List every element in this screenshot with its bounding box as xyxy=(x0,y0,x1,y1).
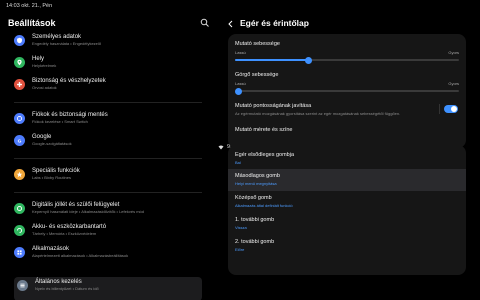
menu-item-accounts[interactable]: Fiókok és biztonsági mentés Fiókok kezelé… xyxy=(14,110,204,134)
menu-item-sub: Google-szolgáltatások xyxy=(32,141,72,146)
menu-item-sub: Helykérelmek xyxy=(32,63,57,68)
menu-item-sub: Kepernyő használati ideje • Alkalmazásid… xyxy=(32,209,144,214)
menu-item-safety[interactable]: Biztonság és vészhelyzetek Orvosi adatok xyxy=(14,76,204,100)
shield-icon xyxy=(14,35,25,46)
secondary-button-label[interactable]: Másodlagos gomb xyxy=(235,173,280,179)
menu-item-title: Személyes adatok xyxy=(32,34,82,40)
slider-thumb[interactable] xyxy=(305,56,313,64)
svg-text:G: G xyxy=(18,138,22,144)
precision-label: Mutató pontosságának javítása xyxy=(235,103,312,109)
scroll-speed-max: Gyors xyxy=(448,81,459,86)
extra-button-1-label[interactable]: 1. további gomb xyxy=(235,217,274,223)
menu-item-personal-data[interactable]: Személyes adatok Engedély használata • En… xyxy=(14,32,204,56)
mouse-buttons-card: Egér elsődleges gombja Bal Másodlagos go… xyxy=(228,145,466,275)
battery-care-icon xyxy=(14,225,25,236)
settings-title: Beállítások xyxy=(8,18,56,28)
menu-item-title: Hely xyxy=(32,56,45,62)
slider-thumb[interactable] xyxy=(235,87,242,95)
pointer-speed-max: Gyors xyxy=(448,50,459,55)
divider xyxy=(14,158,202,159)
settings-menu-pane: Beállítások Személyes adatok Engedély has… xyxy=(0,12,210,300)
pointer-speed-label: Mutató sebessége xyxy=(235,41,280,47)
wellbeing-icon xyxy=(14,203,25,214)
menu-item-sub: Orvosi adatok xyxy=(32,85,57,90)
extra-button-2-label[interactable]: 2. további gomb xyxy=(235,239,274,245)
menu-item-sub: Tárhely • Memória • Eszközvédelem xyxy=(32,231,97,236)
sync-icon xyxy=(14,113,25,124)
menu-item-google[interactable]: G Google Google-szolgáltatások xyxy=(14,132,204,156)
status-bar: 14:03 okt. 21., Pén 95% xyxy=(0,0,480,150)
general-management-icon xyxy=(17,280,28,291)
extra-button-1-value: Vissza xyxy=(235,225,247,230)
menu-item-title: Általános kezelés xyxy=(35,279,82,285)
menu-item-title: Digitális jóllét és szülői felügyelet xyxy=(32,202,120,208)
secondary-button-value: Helyi menü megnyitása xyxy=(235,181,277,186)
status-time: 14:03 okt. 21., Pén xyxy=(6,3,53,9)
menu-item-sub: Fiókok kezelése • Smart Switch xyxy=(32,119,88,124)
menu-item-sub: Labs • Bixby Routines xyxy=(32,175,71,180)
menu-item-battery-care[interactable]: Akku- és eszközkarbantartó Tárhely • Memó… xyxy=(14,222,204,246)
slider-fill xyxy=(235,59,309,61)
menu-item-title: Alkalmazások xyxy=(32,246,70,252)
scroll-speed-min: Lassú xyxy=(235,81,246,86)
back-arrow-icon[interactable] xyxy=(226,19,236,29)
menu-item-general-management[interactable]: Általános kezelés Nyelv és billentyűzet •… xyxy=(14,277,202,300)
divider xyxy=(14,192,202,193)
pointer-speed-min: Lassú xyxy=(235,50,246,55)
star-icon xyxy=(14,169,25,180)
menu-item-title: Akku- és eszközkarbantartó xyxy=(32,224,107,230)
menu-item-title: Fiókok és biztonsági mentés xyxy=(32,112,108,118)
menu-item-sub: Engedély használata • Engedélykezelő xyxy=(32,41,102,46)
primary-button-value: Bal xyxy=(235,160,241,165)
pointer-size-color-item[interactable]: Mutató mérete és színe xyxy=(235,127,292,133)
extra-button-2-value: Előre xyxy=(235,247,245,252)
menu-item-advanced-features[interactable]: Speciális funkciók Labs • Bixby Routines xyxy=(14,166,204,190)
divider xyxy=(14,102,202,103)
vertical-divider xyxy=(439,104,440,114)
search-icon[interactable] xyxy=(200,18,210,28)
location-pin-icon xyxy=(14,57,25,68)
middle-button-label[interactable]: Középső gomb xyxy=(235,195,272,201)
apps-icon xyxy=(14,247,25,258)
menu-item-title: Google xyxy=(32,134,52,140)
scroll-speed-slider[interactable] xyxy=(235,87,459,95)
mouse-touchpad-pane: Egér és érintőlap Mutató sebessége Lassú… xyxy=(218,12,480,300)
pointer-speed-slider[interactable] xyxy=(235,56,459,64)
menu-item-location[interactable]: Hely Helykérelmek xyxy=(14,54,204,78)
precision-toggle[interactable] xyxy=(444,105,458,113)
middle-button-value: Alkalmazás által definiált funkció xyxy=(235,203,293,208)
page-title: Egér és érintőlap xyxy=(240,18,309,28)
menu-item-apps[interactable]: Alkalmazások Alapértelmezett alkalmazások… xyxy=(14,244,204,268)
scroll-speed-label: Görgő sebessége xyxy=(235,72,279,78)
pointer-settings-card: Mutató sebessége Lassú Gyors Görgő sebes… xyxy=(228,34,466,148)
menu-item-sub: Alapértelmezett alkalmazások • Alkalmazá… xyxy=(32,253,129,258)
menu-item-title: Biztonság és vészhelyzetek xyxy=(32,78,106,84)
menu-item-title: Speciális funkciók xyxy=(32,168,80,174)
precision-description: Az egérmutató mozgásának gyorsítása szer… xyxy=(235,111,401,116)
primary-button-label[interactable]: Egér elsődleges gombja xyxy=(235,152,294,158)
google-icon: G xyxy=(14,135,25,146)
emergency-icon xyxy=(14,79,25,90)
menu-item-sub: Nyelv és billentyűzet • Dátum és idő xyxy=(35,286,99,291)
menu-item-digital-wellbeing[interactable]: Digitális jóllét és szülői felügyelet Kep… xyxy=(14,200,204,224)
